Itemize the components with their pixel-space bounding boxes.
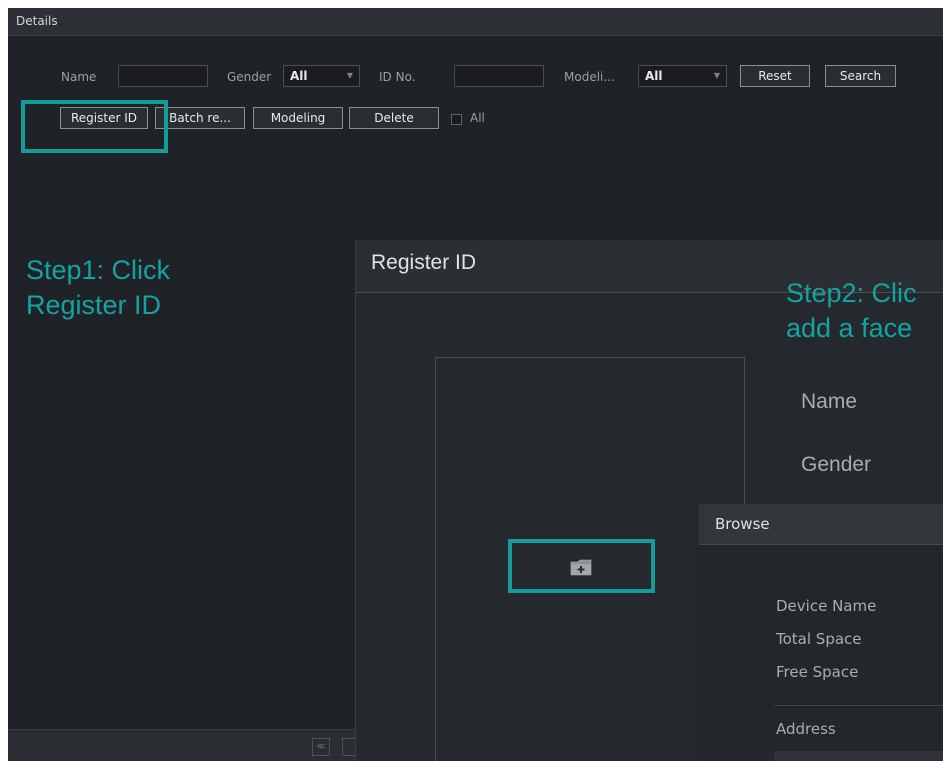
modeling-filter-value: All bbox=[645, 69, 663, 83]
id-filter-label: ID No. bbox=[379, 70, 416, 84]
modeling-filter-label: Modeli... bbox=[564, 70, 615, 84]
delete-button[interactable]: Delete bbox=[349, 107, 439, 129]
browse-dialog: Browse Device Name Total Space Free Spac… bbox=[699, 504, 943, 761]
name-filter-input[interactable] bbox=[118, 65, 208, 87]
name-filter-label: Name bbox=[61, 70, 97, 84]
id-filter-input[interactable] bbox=[454, 65, 544, 87]
select-all-checkbox[interactable] bbox=[451, 114, 462, 125]
step2-highlight-box bbox=[508, 539, 655, 593]
register-name-label: Name bbox=[801, 390, 858, 413]
title-bar: Details bbox=[8, 8, 943, 36]
reset-button[interactable]: Reset bbox=[740, 65, 810, 87]
total-space-label: Total Space bbox=[776, 630, 862, 648]
step2-line2: add a face bbox=[786, 313, 913, 343]
register-id-dialog: Register ID Name Gender Browse Device Na… bbox=[355, 240, 943, 761]
device-name-label: Device Name bbox=[776, 597, 877, 615]
dialog-title: Register ID bbox=[371, 251, 477, 274]
step1-line1: Step1: Click bbox=[26, 255, 171, 285]
search-button[interactable]: Search bbox=[825, 65, 896, 87]
gender-filter-label: Gender bbox=[227, 70, 272, 84]
gender-filter-value: All bbox=[290, 69, 308, 83]
batch-register-button[interactable]: Batch re... bbox=[155, 107, 245, 129]
free-space-label: Free Space bbox=[776, 663, 859, 681]
step2-line1: Step2: Clic bbox=[786, 278, 917, 308]
step1-line2: Register ID bbox=[26, 290, 162, 320]
browse-title: Browse bbox=[715, 515, 770, 533]
step2-annotation: Step2: Clic add a face bbox=[786, 276, 917, 346]
window-title: Details bbox=[16, 14, 58, 28]
modeling-filter-select[interactable]: All ▼ bbox=[638, 65, 727, 87]
first-page-icon[interactable]: ≪ bbox=[312, 738, 330, 756]
chevron-down-icon: ▼ bbox=[346, 71, 353, 80]
step1-highlight-box bbox=[21, 100, 168, 153]
address-label: Address bbox=[776, 720, 836, 738]
select-all-label: All bbox=[470, 111, 485, 125]
browse-divider bbox=[774, 705, 943, 706]
gender-filter-select[interactable]: All ▼ bbox=[283, 65, 360, 87]
chevron-down-icon: ▼ bbox=[713, 71, 720, 80]
register-gender-label: Gender bbox=[801, 453, 872, 476]
browse-title-bar: Browse bbox=[699, 504, 943, 545]
step1-annotation: Step1: Click Register ID bbox=[26, 253, 170, 323]
file-list-header bbox=[774, 751, 943, 761]
modeling-button[interactable]: Modeling bbox=[253, 107, 343, 129]
